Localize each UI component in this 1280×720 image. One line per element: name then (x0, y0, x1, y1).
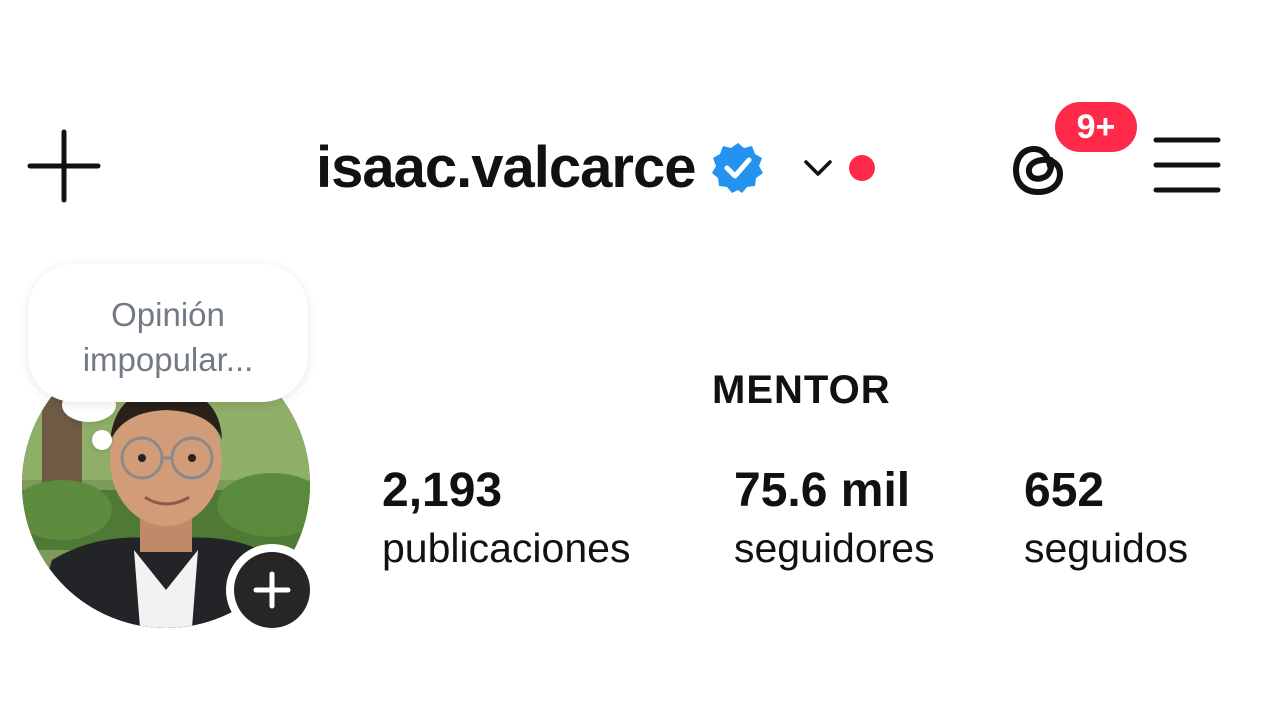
plus-icon (27, 129, 101, 203)
add-story-button[interactable] (226, 544, 318, 636)
verified-badge-icon (712, 143, 764, 193)
posts-count: 2,193 (382, 464, 503, 517)
following-count: 652 (1024, 464, 1105, 517)
note-bubble[interactable]: Opinión impopular... (28, 264, 308, 402)
followers-count: 75.6 mil (734, 464, 911, 517)
profile-header: isaac.valcarce 9+ (0, 0, 1280, 240)
plus-icon (253, 571, 291, 609)
posts-stat[interactable]: 2,193 publicaciones (382, 462, 630, 576)
account-switcher[interactable]: isaac.valcarce (316, 130, 876, 206)
following-label: seguidos (1024, 525, 1189, 571)
menu-button[interactable] (1150, 134, 1224, 198)
note-text-line-2: impopular... (82, 341, 254, 378)
chevron-down-icon (804, 160, 833, 176)
profile-screen: isaac.valcarce 9+ Opinión impopular... M… (0, 0, 1280, 720)
username: isaac.valcarce (316, 135, 696, 200)
hamburger-menu-icon (1153, 137, 1221, 193)
posts-label: publicaciones (382, 525, 631, 571)
note-bubble-tail-dot (92, 430, 112, 450)
following-stat[interactable]: 652 seguidos (1024, 462, 1188, 576)
create-button[interactable] (26, 128, 102, 204)
followers-stat[interactable]: 75.6 mil seguidores (734, 462, 935, 576)
add-story-circle (234, 552, 310, 628)
note-text-line-1: Opinión (111, 296, 225, 333)
threads-notification-badge: 9+ (1051, 98, 1141, 156)
profile-category: MENTOR (712, 368, 891, 412)
followers-label: seguidores (734, 525, 935, 571)
notification-dot (849, 155, 876, 181)
